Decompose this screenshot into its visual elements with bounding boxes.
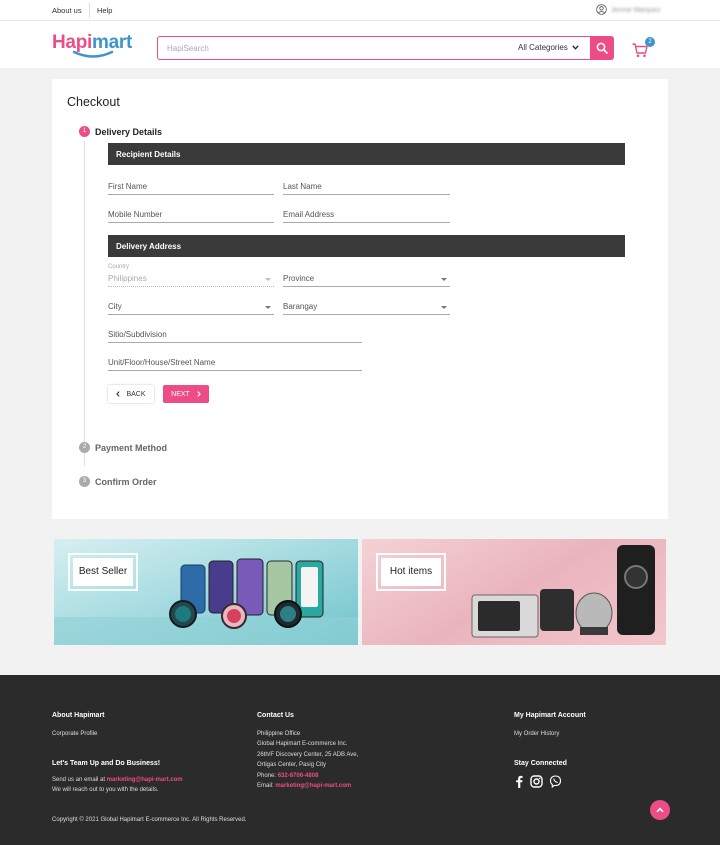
- address-line-1: 26th/F Discovery Center, 25 ADB Ave,: [257, 751, 359, 758]
- team-up-line2: We will reach out to you with the detail…: [52, 787, 159, 794]
- cart-count-badge: 2: [645, 37, 655, 47]
- city-placeholder: City: [108, 302, 122, 311]
- contact-details: Philippine Office Global Hapimart E-comm…: [257, 729, 358, 791]
- footer: About Hapimart Corporate Profile Let's T…: [0, 675, 720, 845]
- category-value: All Categories: [518, 43, 568, 52]
- first-name-field: [108, 179, 274, 195]
- about-us-link[interactable]: About us: [52, 6, 82, 15]
- province-placeholder: Province: [283, 274, 315, 283]
- street-input[interactable]: [108, 358, 362, 367]
- next-button[interactable]: NEXT: [163, 385, 209, 403]
- office-name: Philippine Office: [257, 731, 301, 737]
- step-1-number: 1: [79, 126, 90, 137]
- logo-smile-icon: [72, 50, 114, 58]
- contact-email-link[interactable]: marketing@hapi-mart.com: [275, 783, 351, 789]
- cart-button[interactable]: 2: [632, 37, 655, 59]
- top-bar: About us Help Jennie Marquez: [0, 0, 720, 21]
- street-field: [108, 355, 362, 371]
- checkout-panel: Checkout 1 Delivery Details Recipient De…: [52, 79, 668, 519]
- caret-down-icon: [265, 278, 271, 281]
- stepper-line: [84, 141, 85, 466]
- instagram-icon[interactable]: [530, 775, 543, 788]
- email-input[interactable]: [283, 210, 450, 219]
- hot-items-tag: Hot items: [376, 553, 446, 591]
- chevron-down-icon: [572, 45, 579, 50]
- caret-down-icon: [441, 278, 447, 281]
- first-name-input[interactable]: [108, 182, 274, 191]
- page-title: Checkout: [67, 95, 120, 109]
- next-button-label: NEXT: [171, 390, 190, 398]
- company-name: Global Hapimart E-commerce Inc.: [257, 741, 348, 748]
- team-up-heading: Let's Team Up and Do Business!: [52, 760, 161, 767]
- back-button[interactable]: BACK: [108, 385, 154, 403]
- email-label: Email:: [257, 783, 274, 790]
- hapimart-logo[interactable]: Hapimart: [52, 33, 132, 63]
- help-link[interactable]: Help: [97, 6, 112, 15]
- sitio-field: [108, 327, 362, 343]
- user-name: Jennie Marquez: [611, 7, 661, 14]
- best-seller-tag: Best Seller: [68, 553, 138, 591]
- stay-connected-heading: Stay Connected: [514, 760, 567, 767]
- last-name-field: [283, 179, 450, 195]
- barangay-select[interactable]: Barangay: [283, 299, 450, 315]
- country-select: Philippines: [108, 271, 274, 287]
- caret-down-icon: [441, 306, 447, 309]
- city-select[interactable]: City: [108, 299, 274, 315]
- recipient-details-header: Recipient Details: [108, 143, 625, 165]
- best-seller-label: Best Seller: [73, 558, 133, 586]
- chevron-left-icon: [116, 391, 121, 397]
- corporate-profile-link[interactable]: Corporate Profile: [52, 729, 97, 739]
- search-input[interactable]: [167, 42, 467, 55]
- step-2-label[interactable]: Payment Method: [95, 443, 167, 453]
- phone-label: Phone:: [257, 772, 277, 779]
- team-up-line1: Send us an email at: [52, 777, 106, 783]
- category-select[interactable]: All Categories: [518, 43, 579, 52]
- facebook-icon[interactable]: [514, 775, 524, 788]
- user-icon: [596, 4, 607, 17]
- chevron-up-icon: [656, 807, 664, 813]
- back-to-top-button[interactable]: [650, 800, 670, 820]
- account-heading: My Hapimart Account: [514, 712, 586, 719]
- step-3-label[interactable]: Confirm Order: [95, 477, 157, 487]
- search-bar: All Categories: [157, 36, 590, 60]
- search-icon: [596, 42, 608, 54]
- social-links: [514, 775, 568, 788]
- step-3-number: 3: [79, 476, 90, 487]
- copyright-text: Copyright © 2021 Global Hapimart E-comme…: [52, 817, 247, 823]
- header: Hapimart All Categories 2: [0, 21, 720, 68]
- email-field: [283, 207, 450, 223]
- order-history-link[interactable]: My Order History: [514, 729, 559, 739]
- viber-icon[interactable]: [549, 775, 562, 788]
- province-select[interactable]: Province: [283, 271, 450, 287]
- back-button-label: BACK: [126, 390, 146, 398]
- hot-items-banner[interactable]: Hot items: [362, 539, 666, 645]
- hot-items-label: Hot items: [381, 558, 441, 586]
- team-email-link[interactable]: marketing@hapi-mart.com: [107, 777, 183, 783]
- team-up-text: Send us an email at marketing@hapi-mart.…: [52, 775, 183, 796]
- chevron-right-icon: [197, 391, 201, 397]
- last-name-input[interactable]: [283, 182, 450, 191]
- about-hapimart-heading: About Hapimart: [52, 712, 105, 719]
- phone-link[interactable]: 632-8706-4808: [278, 773, 319, 779]
- barangay-placeholder: Barangay: [283, 302, 318, 311]
- country-value: Philippines: [108, 274, 147, 283]
- country-label: Country: [108, 264, 130, 270]
- best-seller-banner[interactable]: Best Seller: [54, 539, 358, 645]
- divider: [89, 3, 90, 18]
- caret-down-icon: [265, 306, 271, 309]
- mobile-number-field: [108, 207, 274, 223]
- user-menu[interactable]: Jennie Marquez: [596, 4, 661, 17]
- delivery-address-header: Delivery Address: [108, 235, 625, 257]
- search-button[interactable]: [590, 36, 614, 60]
- sitio-input[interactable]: [108, 330, 362, 339]
- address-line-2: Ortigas Center, Pasig City: [257, 762, 327, 769]
- step-2-number: 2: [79, 442, 90, 453]
- contact-us-heading: Contact Us: [257, 712, 294, 719]
- mobile-number-input[interactable]: [108, 210, 274, 219]
- step-1-label[interactable]: Delivery Details: [95, 127, 162, 137]
